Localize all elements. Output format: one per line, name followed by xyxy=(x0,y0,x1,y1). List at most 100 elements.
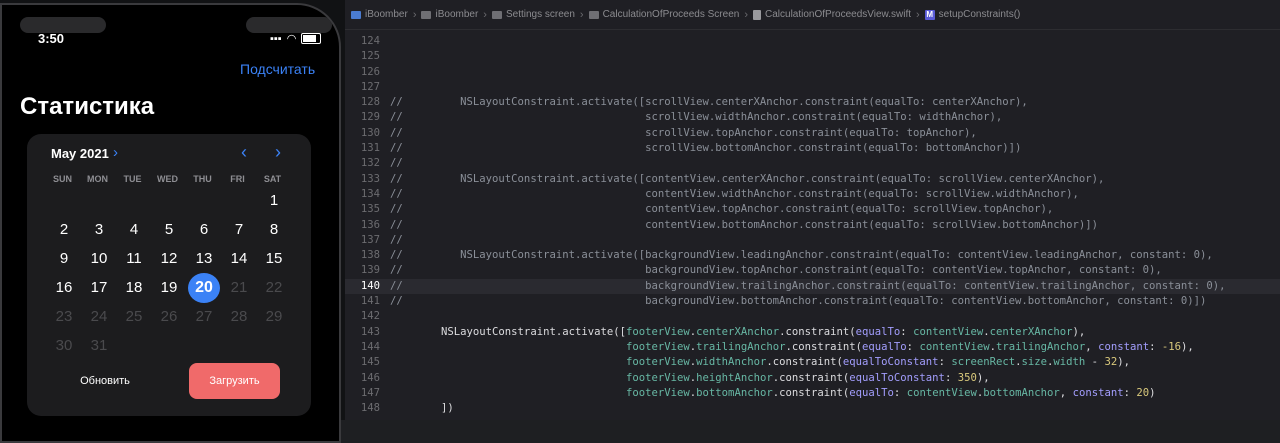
refresh-button[interactable]: Обновить xyxy=(51,366,159,396)
line-number: 141 xyxy=(360,295,380,308)
code-line[interactable]: 127 xyxy=(345,80,1280,95)
line-number: 134 xyxy=(360,187,380,200)
code-line[interactable]: 132 // xyxy=(345,156,1280,171)
calculate-button[interactable]: Подсчитать xyxy=(240,61,315,77)
calendar-day[interactable]: 18 xyxy=(118,273,150,303)
code-text: // backgroundView.topAnchor.constraint(e… xyxy=(390,264,1162,277)
breadcrumb-item[interactable]: CalculationOfProceeds Screen xyxy=(588,9,740,20)
code-text: footerView.trailingAnchor.constraint(equ… xyxy=(626,340,1194,353)
next-month-icon[interactable]: › xyxy=(275,142,281,163)
code-text: footerView.widthAnchor.constraint(equalT… xyxy=(626,356,1130,369)
code-text: // xyxy=(390,233,403,246)
page-title: Статистика xyxy=(20,93,155,120)
code-line[interactable]: 147 footerView.bottomAnchor.constraint(e… xyxy=(345,386,1280,401)
chevron-right-icon[interactable]: › xyxy=(113,144,118,161)
code-text: ]) xyxy=(390,402,454,415)
weekday-label: SUN xyxy=(52,174,72,184)
selected-day[interactable]: 20 xyxy=(188,273,220,303)
line-number: 125 xyxy=(360,50,380,63)
calendar-day[interactable]: 11 xyxy=(118,244,150,274)
calendar-day[interactable]: 4 xyxy=(118,215,150,245)
code-line[interactable]: 145 footerView.widthAnchor.constraint(eq… xyxy=(345,355,1280,370)
calendar-day: 26 xyxy=(160,308,178,325)
breadcrumb-item[interactable]: iBoomber xyxy=(351,9,408,20)
calendar-day: 29 xyxy=(265,308,283,325)
calendar-day[interactable]: 17 xyxy=(83,273,115,303)
calendar-day[interactable]: 7 xyxy=(223,215,255,245)
calendar-day[interactable]: 9 xyxy=(48,244,80,274)
breadcrumb-item[interactable]: CalculationOfProceedsView.swift xyxy=(753,9,911,20)
breadcrumb-item[interactable]: MsetupConstraints() xyxy=(924,9,1021,20)
chevron-right-icon: › xyxy=(744,8,748,21)
previous-month-icon[interactable]: ‹ xyxy=(241,142,247,163)
code-line[interactable]: 128 // NSLayoutConstraint.activate([scrol… xyxy=(345,95,1280,110)
code-line[interactable]: 129 // scrollView.widthAnchor.constraint(… xyxy=(345,110,1280,125)
line-number: 138 xyxy=(360,249,380,262)
folder-icon xyxy=(588,10,599,19)
line-number: 128 xyxy=(360,96,380,109)
chevron-right-icon: › xyxy=(916,8,920,21)
code-line[interactable]: 135 // contentView.topAnchor.constraint(e… xyxy=(345,202,1280,217)
code-line[interactable]: 142 xyxy=(345,309,1280,324)
line-number: 144 xyxy=(360,340,380,353)
code-text: // contentView.bottomAnchor.constraint(e… xyxy=(390,218,1098,231)
code-editor: iBoomber › iBoomber › Settings screen › Calcul… xyxy=(345,0,1280,420)
calendar-day[interactable]: 6 xyxy=(188,215,220,245)
line-number: 126 xyxy=(360,65,380,78)
calendar-day[interactable]: 13 xyxy=(188,244,220,274)
code-text: footerView.heightAnchor.constraint(equal… xyxy=(626,371,990,384)
calendar-day[interactable]: 16 xyxy=(48,273,80,303)
breadcrumb-item[interactable]: iBoomber xyxy=(421,9,478,20)
calendar-day[interactable]: 5 xyxy=(153,215,185,245)
line-number: 131 xyxy=(360,142,380,155)
code-line[interactable]: 140 // backgroundView.trailingAnchor.cons… xyxy=(345,278,1280,295)
chevron-right-icon: › xyxy=(412,8,417,21)
calendar-day[interactable]: 2 xyxy=(48,215,80,245)
code-line[interactable]: 130 // scrollView.topAnchor.constraint(eq… xyxy=(345,126,1280,141)
chevron-right-icon: › xyxy=(483,8,487,21)
code-line[interactable]: 138 // NSLayoutConstraint.activate([backg… xyxy=(345,248,1280,263)
line-number: 132 xyxy=(360,157,380,170)
code-line[interactable]: 139 // backgroundView.topAnchor.constrain… xyxy=(345,263,1280,278)
code-line[interactable]: 133 // NSLayoutConstraint.activate([conte… xyxy=(345,172,1280,187)
calendar-day[interactable]: 14 xyxy=(223,244,255,274)
code-line[interactable]: 143 NSLayoutConstraint.activate([footerV… xyxy=(345,325,1280,340)
line-number: 136 xyxy=(360,218,380,231)
line-number: 127 xyxy=(360,80,380,93)
calendar-card: May 2021 › ‹ › SUN MON TUE WED THU FRI SAT 123… xyxy=(27,134,311,416)
code-text: // scrollView.bottomAnchor.constraint(eq… xyxy=(390,142,1022,155)
code-line[interactable]: 131 // scrollView.bottomAnchor.constraint… xyxy=(345,141,1280,156)
calendar-day[interactable]: 3 xyxy=(83,215,115,245)
weekday-label: MON xyxy=(87,174,108,184)
jump-bar: iBoomber › iBoomber › Settings screen › Calcul… xyxy=(345,0,1280,30)
code-text: // scrollView.widthAnchor.constraint(equ… xyxy=(390,111,1003,124)
code-line[interactable]: 146 footerView.heightAnchor.constraint(e… xyxy=(345,371,1280,386)
breadcrumb-label: setupConstraints() xyxy=(938,9,1021,20)
calendar-day: 25 xyxy=(125,308,143,325)
calendar-day[interactable]: 1 xyxy=(258,186,290,216)
code-line[interactable]: 125 xyxy=(345,49,1280,64)
month-label[interactable]: May 2021 xyxy=(51,146,109,161)
weekday-label: SAT xyxy=(263,174,282,184)
code-line[interactable]: 124 xyxy=(345,34,1280,49)
line-number: 135 xyxy=(360,203,380,216)
code-line[interactable]: 126 xyxy=(345,65,1280,80)
calendar-day: 30 xyxy=(55,337,73,354)
breadcrumb-item[interactable]: Settings screen xyxy=(491,9,575,20)
calendar-day[interactable]: 19 xyxy=(153,273,185,303)
load-button[interactable]: Загрузить xyxy=(189,363,280,399)
code-line[interactable]: 144 footerView.trailingAnchor.constraint… xyxy=(345,340,1280,355)
calendar-day[interactable]: 8 xyxy=(258,215,290,245)
code-area[interactable]: 124 125 126 127 128 // NSLayoutConstraint.act… xyxy=(345,34,1280,416)
code-line[interactable]: 136 // contentView.bottomAnchor.constrain… xyxy=(345,218,1280,233)
code-line[interactable]: 134 // contentView.widthAnchor.constraint… xyxy=(345,187,1280,202)
calendar-day[interactable]: 10 xyxy=(83,244,115,274)
code-line[interactable]: 148 ]) xyxy=(345,401,1280,416)
calendar-day[interactable]: 15 xyxy=(258,244,290,274)
code-text: // contentView.widthAnchor.constraint(eq… xyxy=(390,187,1079,200)
code-text: // xyxy=(390,157,403,170)
calendar-day[interactable]: 12 xyxy=(153,244,185,274)
code-line[interactable]: 137 // xyxy=(345,233,1280,248)
breadcrumb-label: CalculationOfProceeds Screen xyxy=(602,9,740,20)
code-line[interactable]: 141 // backgroundView.bottomAnchor.constr… xyxy=(345,294,1280,309)
